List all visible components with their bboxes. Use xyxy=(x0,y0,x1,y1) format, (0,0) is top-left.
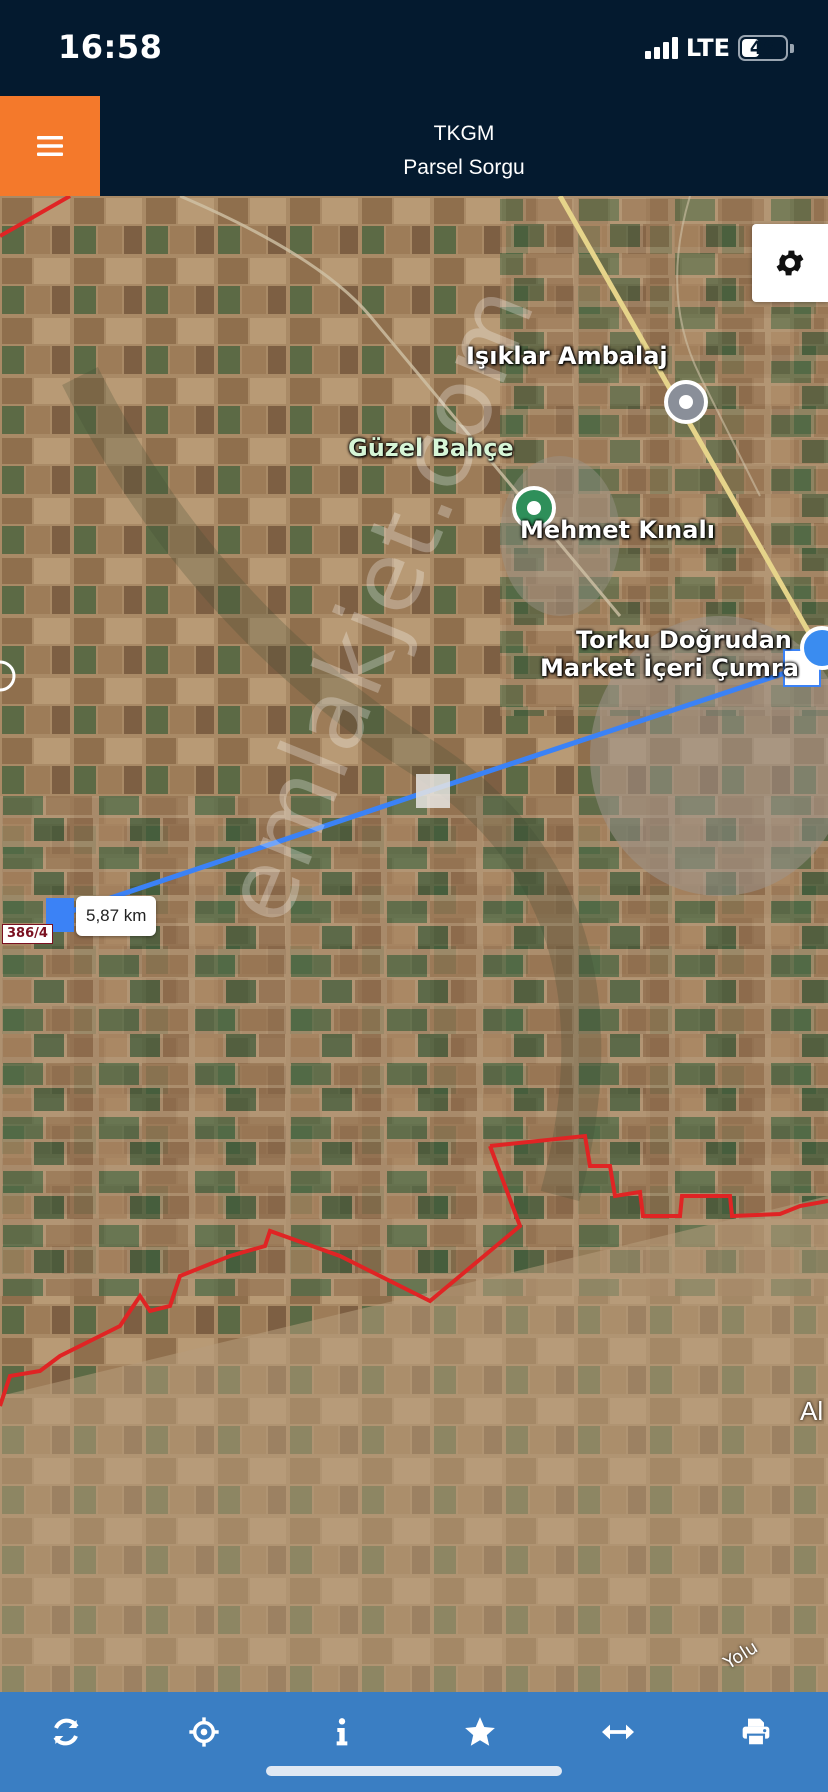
parcel-label[interactable]: 386/4 xyxy=(2,924,53,944)
info-icon xyxy=(336,1718,348,1746)
battery-level: 46 xyxy=(749,37,777,59)
signal-icon xyxy=(644,37,678,59)
settings-button[interactable] xyxy=(752,224,828,302)
refresh-icon xyxy=(53,1718,79,1746)
status-bar: 16:58 LTE 46 xyxy=(0,0,828,96)
battery-nub xyxy=(790,43,794,53)
bottom-toolbar xyxy=(0,1692,828,1792)
star-icon xyxy=(465,1717,495,1746)
measure-button[interactable] xyxy=(582,1704,654,1760)
locate-icon xyxy=(189,1717,219,1747)
locate-button[interactable] xyxy=(168,1704,240,1760)
refresh-button[interactable] xyxy=(30,1704,102,1760)
battery-icon: 46 xyxy=(738,35,788,61)
page-subtitle: Parsel Sorgu xyxy=(403,156,525,179)
app-header: TKGM Parsel Sorgu xyxy=(0,96,828,196)
print-icon xyxy=(742,1718,770,1747)
favorite-button[interactable] xyxy=(444,1704,516,1760)
place-label-torku-1[interactable]: Torku Doğrudan xyxy=(576,626,792,654)
network-type: LTE xyxy=(685,34,730,62)
home-indicator xyxy=(266,1766,562,1776)
menu-button[interactable] xyxy=(0,96,100,196)
map-view[interactable]: Işıklar Ambalaj Güzel Bahçe Mehmet Kınal… xyxy=(0,196,828,1692)
distance-label: 5,87 km xyxy=(76,896,157,936)
gear-icon xyxy=(776,250,804,276)
page-title: TKGM xyxy=(433,122,495,145)
edge-place-label: Al xyxy=(800,1396,824,1426)
place-label-mehmet[interactable]: Mehmet Kınalı xyxy=(520,516,715,544)
info-button[interactable] xyxy=(306,1704,378,1760)
arrows-horizontal-icon xyxy=(602,1724,634,1740)
status-indicators: LTE 46 xyxy=(644,34,794,62)
hamburger-icon xyxy=(37,136,63,156)
print-button[interactable] xyxy=(720,1704,792,1760)
place-label-torku-2[interactable]: Market İçeri Çumra xyxy=(540,654,799,682)
status-time: 16:58 xyxy=(58,28,163,66)
